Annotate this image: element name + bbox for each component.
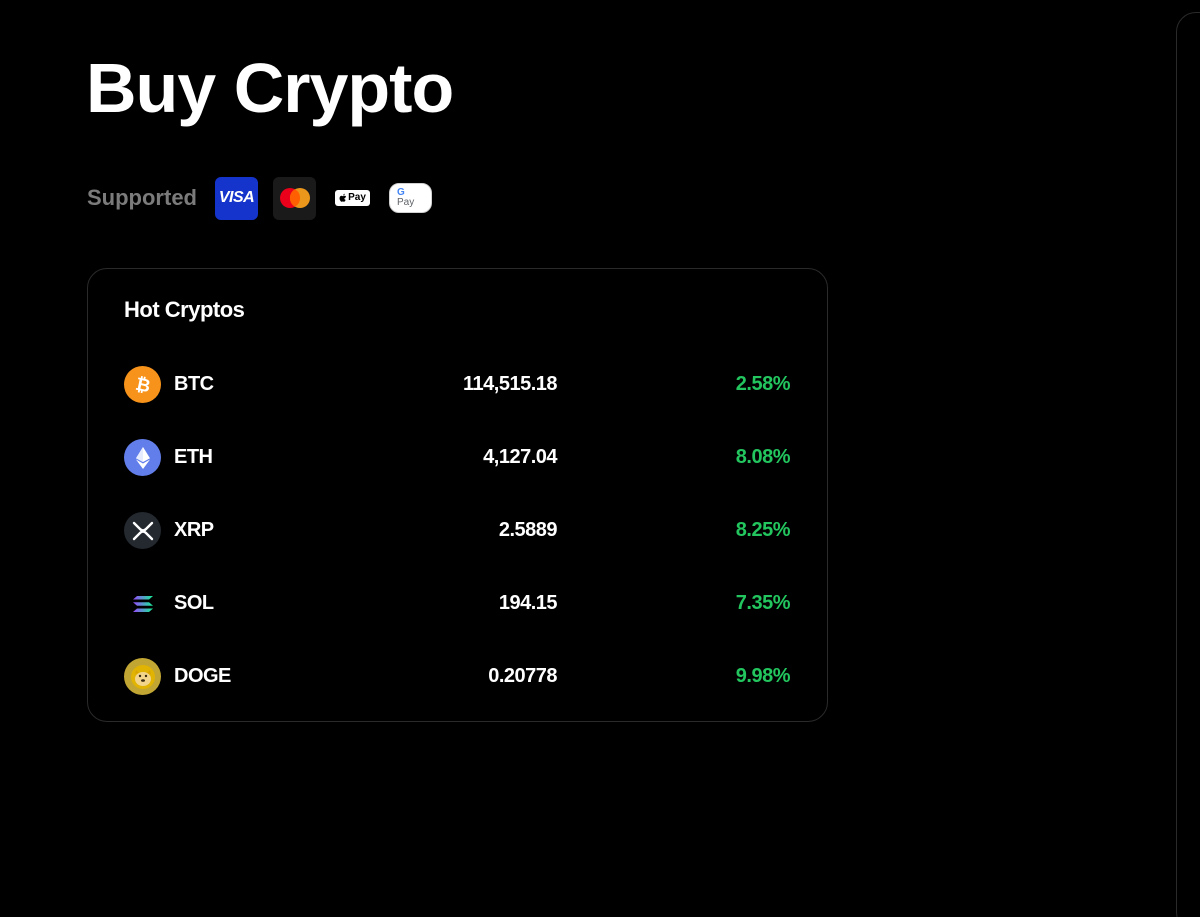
google-pay-icon: G Pay — [389, 177, 432, 220]
coin-change: 8.08% — [735, 446, 791, 468]
coin-price: 2.5889 — [498, 519, 558, 541]
coin-price: 0.20778 — [488, 665, 557, 687]
mastercard-icon — [273, 176, 316, 220]
apple-pay-label: Pay — [348, 192, 366, 203]
crypto-row-sol[interactable]: SOL 194.15 7.35% — [124, 584, 791, 624]
apple-pay-icon: Pay — [331, 177, 374, 220]
crypto-row-eth[interactable]: ETH 4,127.04 8.08% — [124, 438, 791, 478]
crypto-row-xrp[interactable]: XRP 2.5889 8.25% — [124, 511, 791, 551]
coin-symbol: ETH — [174, 446, 213, 468]
sol-icon — [124, 585, 161, 622]
coin-symbol: DOGE — [174, 665, 231, 687]
google-pay-label: Pay — [397, 197, 415, 208]
crypto-row-doge[interactable]: DOGE 0.20778 9.98% — [124, 657, 791, 697]
coin-change: 8.25% — [735, 519, 791, 541]
hot-cryptos-title: Hot Cryptos — [124, 297, 245, 322]
coin-price: 4,127.04 — [483, 446, 557, 468]
btc-icon: ₿ — [124, 366, 161, 403]
supported-label: Supported — [87, 185, 197, 210]
svg-text:₿: ₿ — [133, 374, 152, 396]
buy-crypto-page: Buy Crypto Supported VISA Pay G Pay Hot … — [0, 0, 1200, 917]
visa-icon: VISA — [215, 176, 258, 220]
coin-price: 114,515.18 — [463, 373, 558, 395]
page-title: Buy Crypto — [86, 49, 454, 127]
right-side-panel — [1176, 12, 1200, 917]
crypto-row-btc[interactable]: ₿ BTC 114,515.18 2.58% — [124, 365, 791, 405]
coin-change: 7.35% — [735, 592, 791, 614]
coin-symbol: SOL — [174, 592, 214, 614]
supported-payments: Supported VISA Pay G Pay — [87, 176, 447, 220]
xrp-icon — [124, 512, 161, 549]
coin-symbol: BTC — [174, 373, 214, 395]
hot-cryptos-card: Hot Cryptos ₿ BTC 114,515.18 2.58% ETH 4… — [87, 268, 828, 722]
coin-price: 194.15 — [498, 592, 558, 614]
coin-symbol: XRP — [174, 519, 214, 541]
coin-change: 2.58% — [735, 373, 791, 395]
visa-label: VISA — [218, 189, 255, 206]
doge-icon — [124, 658, 161, 695]
eth-icon — [124, 439, 161, 476]
coin-change: 9.98% — [735, 665, 791, 687]
